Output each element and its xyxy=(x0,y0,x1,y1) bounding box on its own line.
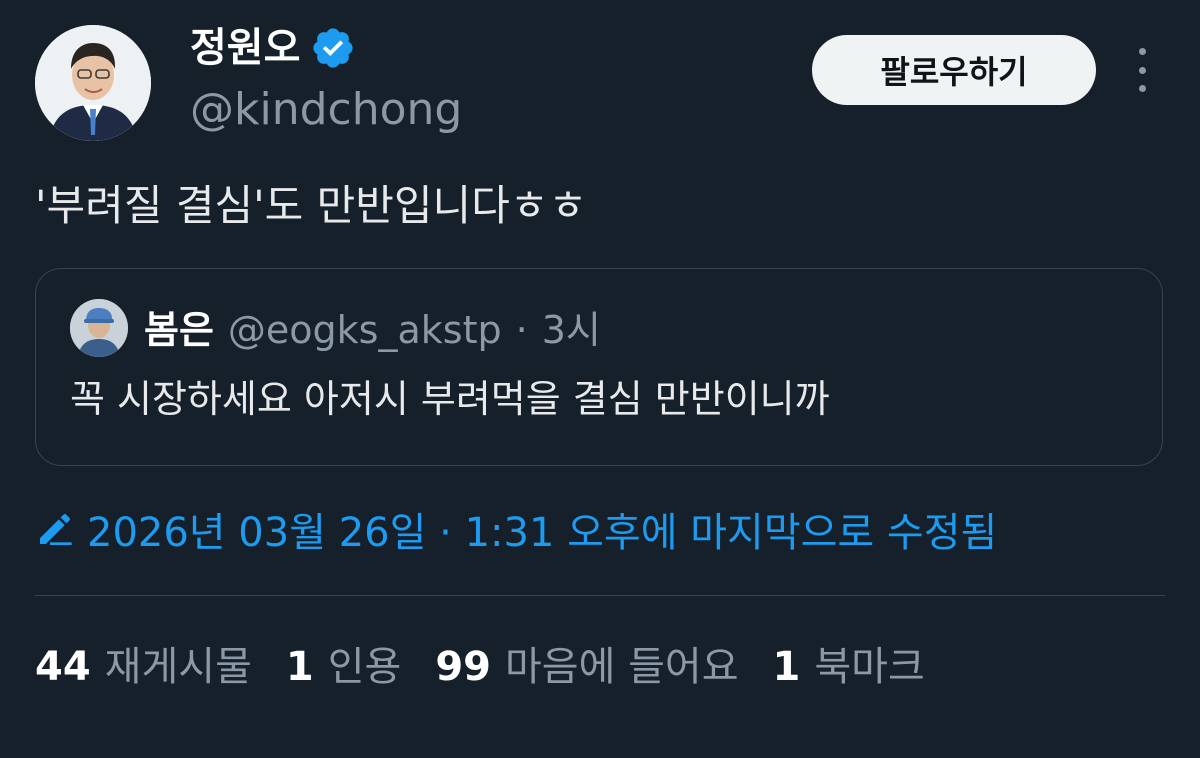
quote-timestamp[interactable]: 3시 xyxy=(542,299,601,354)
edited-timestamp-text: 2026년 03월 26일 · 1:31 오후에 마지막으로 수정됨 xyxy=(87,510,998,556)
stat-count: 44 xyxy=(35,644,91,690)
stat-label: 인용 xyxy=(327,644,402,690)
quote-author-handle[interactable]: @eogks_akstp xyxy=(228,308,502,352)
stat-label: 북마크 xyxy=(814,644,925,690)
tweet-text: '부려질 결심'도 만반입니다ㅎㅎ xyxy=(35,181,588,230)
more-options-button[interactable] xyxy=(1124,48,1160,92)
quote-text: 꼭 시장하세요 아저시 부려먹을 결심 만반이니까 xyxy=(70,377,830,421)
edited-timestamp-link[interactable]: 2026년 03월 26일 · 1:31 오후에 마지막으로 수정됨 xyxy=(35,500,997,558)
author-handle[interactable]: @kindchong xyxy=(190,82,462,138)
stat-count: 1 xyxy=(772,644,801,690)
quote-tweet-card[interactable]: 봄은 @eogks_akstp · 3시 꼭 시장하세요 아저시 부려먹을 결심… xyxy=(35,268,1163,466)
verified-badge-icon[interactable] xyxy=(310,25,356,71)
stat-label: 마음에 들어요 xyxy=(505,644,739,690)
stat-reposts[interactable]: 44 재게시물 xyxy=(35,634,252,692)
author-name-row: 정원오 xyxy=(190,24,356,72)
quote-header: 봄은 @eogks_akstp · 3시 xyxy=(144,299,601,354)
author-avatar[interactable] xyxy=(35,25,151,141)
quote-author-name[interactable]: 봄은 xyxy=(144,299,214,354)
stat-likes[interactable]: 99 마음에 들어요 xyxy=(435,634,738,692)
stat-quotes[interactable]: 1 인용 xyxy=(286,634,401,692)
person-avatar-icon xyxy=(70,299,128,357)
person-avatar-icon xyxy=(35,25,151,141)
author-display-name[interactable]: 정원오 xyxy=(190,24,300,72)
stat-label: 재게시물 xyxy=(104,644,252,690)
more-vertical-icon-dot xyxy=(1138,48,1146,55)
stat-count: 99 xyxy=(435,644,491,690)
engagement-stats: 44 재게시물 1 인용 99 마음에 들어요 1 북마크 xyxy=(35,634,959,692)
more-vertical-icon-dot xyxy=(1138,85,1146,92)
quote-separator: · xyxy=(515,308,528,352)
follow-button[interactable]: 팔로우하기 xyxy=(812,35,1096,105)
stat-count: 1 xyxy=(285,644,314,690)
divider xyxy=(35,595,1165,596)
quote-author-avatar[interactable] xyxy=(70,299,128,357)
pencil-icon xyxy=(40,514,72,545)
stat-bookmarks[interactable]: 1 북마크 xyxy=(773,634,925,692)
more-vertical-icon-dot xyxy=(1138,66,1146,74)
